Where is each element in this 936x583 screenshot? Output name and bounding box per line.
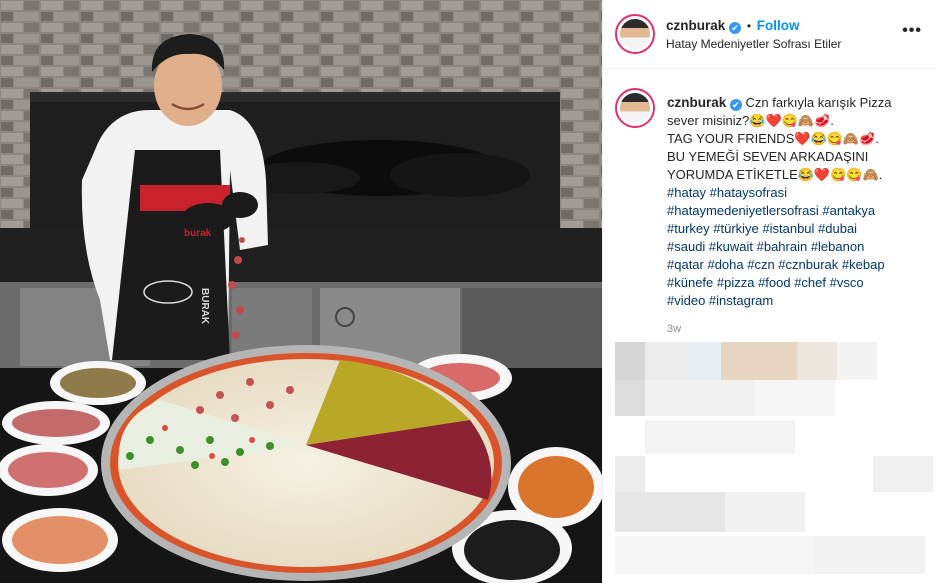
hashtag-line[interactable]: #hataymedeniyetlersofrasi #antakya — [667, 202, 929, 220]
hashtag-line[interactable]: #künefe #pizza #food #chef #vsco — [667, 274, 929, 292]
location-link[interactable]: Hatay Medeniyetler Sofrası Etiler — [666, 37, 841, 51]
caption-verified-icon: ✔ — [729, 99, 742, 111]
post-header: cznburak ✔ • Follow Hatay Medeniyetler S… — [603, 0, 936, 69]
caption-line-1: Czn farkıyla karışık Pizza — [745, 95, 892, 110]
caption-line-2: sever misiniz?😂❤️😋🙈🥩. — [667, 113, 834, 128]
separator-dot: • — [746, 19, 752, 33]
author-avatar[interactable] — [615, 14, 655, 54]
hashtag-line[interactable]: #qatar #doha #czn #cznburak #kebap — [667, 256, 929, 274]
verified-icon: ✔ — [729, 22, 742, 34]
apron-text: BURAK — [199, 288, 210, 325]
author-username[interactable]: cznburak — [666, 18, 725, 33]
more-options-icon[interactable]: ••• — [902, 22, 922, 40]
hashtag-line[interactable]: #saudi #kuwait #bahrain #lebanon — [667, 238, 929, 256]
post-media[interactable]: BURAK burak — [0, 0, 602, 583]
apron-banner-text: burak — [184, 228, 212, 239]
caption-line-5: YORUMDA ETİKETLE😂❤️😋😋🙈. — [667, 167, 883, 182]
pizza-video-frame: BURAK burak — [0, 0, 602, 583]
blurred-comments-area — [603, 340, 936, 583]
hashtag-line[interactable]: #video #instagram — [667, 292, 929, 310]
author-line: cznburak ✔ • Follow — [666, 18, 800, 34]
caption-avatar[interactable] — [615, 88, 655, 128]
caption-username[interactable]: cznburak — [667, 95, 726, 110]
post-caption: cznburak ✔ Czn farkıyla karışık Pizza se… — [667, 94, 929, 310]
hashtag-line[interactable]: #hatay #hataysofrasi — [667, 184, 929, 202]
caption-line-3: TAG YOUR FRIENDS❤️😂😋🙈🥩. — [667, 131, 879, 146]
hashtag-line[interactable]: #turkey #türkiye #istanbul #dubai — [667, 220, 929, 238]
pizza-tray — [101, 345, 511, 581]
follow-button[interactable]: Follow — [757, 18, 800, 33]
post-time-ago[interactable]: 3w — [667, 323, 681, 335]
caption-line-4: BU YEMEĞİ SEVEN ARKADAŞINI — [667, 149, 869, 164]
post-side-panel: cznburak ✔ • Follow Hatay Medeniyetler S… — [603, 0, 936, 583]
